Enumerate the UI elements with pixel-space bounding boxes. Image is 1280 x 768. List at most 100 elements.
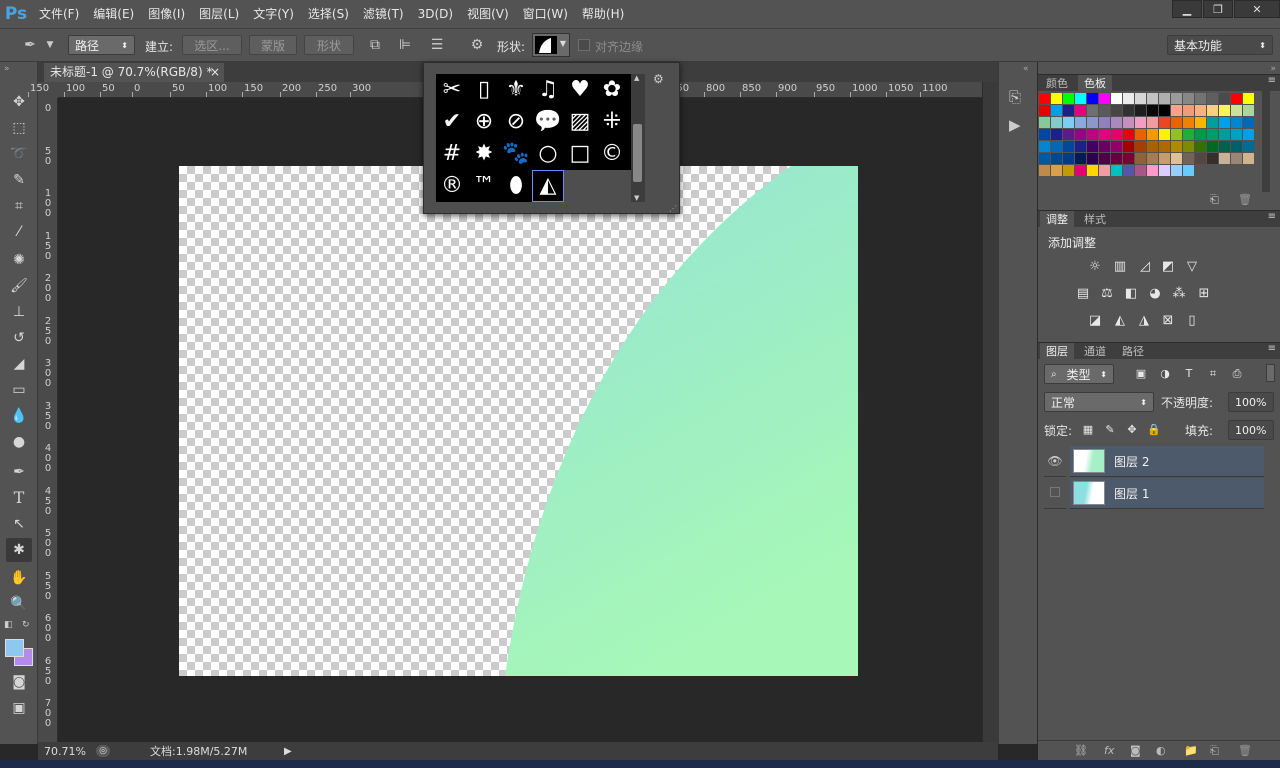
custom-shape-tool-icon[interactable]: ✱ [6,538,32,562]
close-tab-icon[interactable]: × [210,63,220,82]
tab-layers[interactable]: 图层 [1040,343,1074,360]
custom-arc-shape[interactable]: ◭ [532,170,564,202]
checkmark-shape[interactable]: ✔ [436,106,468,138]
diagonal-hatch-shape[interactable]: ▨ [564,106,596,138]
close-window-button[interactable]: ✕ [1234,0,1280,18]
speech-bubble-shape[interactable]: 💬 [532,106,564,138]
gradient-tool-icon[interactable]: ▭ [6,378,32,402]
grid-diamond-shape[interactable]: ⁜ [596,106,628,138]
pen-tool-preset-icon[interactable]: ✒ [18,35,42,55]
quick-selection-tool-icon[interactable]: ✎ [6,168,32,192]
threshold-icon[interactable]: ◮ [1135,312,1153,330]
channel-mixer-icon[interactable]: ⁂ [1170,285,1188,303]
photo-filter-icon[interactable]: ◕ [1146,285,1164,303]
menu-item[interactable]: 视图(V) [460,0,516,28]
gear-icon[interactable]: ⚙ [653,72,664,86]
filter-shape-icon[interactable]: ⌗ [1204,365,1222,383]
color-balance-icon[interactable]: ⚖ [1098,285,1116,303]
paw-shape[interactable]: 🐾 [500,138,532,170]
zoom-tool-icon[interactable]: 🔍 [6,592,32,616]
frame-shape[interactable]: ▯ [468,74,500,106]
levels-icon[interactable]: ▥ [1111,258,1129,276]
opacity-input[interactable]: 100% [1228,392,1274,412]
minimize-button[interactable]: ▁ [1172,0,1202,18]
square-frame-shape[interactable]: □ [564,138,596,170]
leaf-shape[interactable]: ⬮ [500,170,532,202]
fleur-de-lis-shape[interactable]: ⚜ [500,74,532,106]
collapse-arrows-icon[interactable]: « [1023,64,1029,74]
swap-colors-icon[interactable]: ↻ [22,620,30,630]
type-tool-icon[interactable]: T [6,486,32,510]
restore-button[interactable]: ❐ [1203,0,1233,18]
menu-item[interactable]: 帮助(H) [575,0,631,28]
eye-icon[interactable]: 👁 [1044,446,1066,477]
new-swatch-icon[interactable]: ⎗ [1210,193,1219,207]
eyedropper-tool-icon[interactable]: ⁄ [6,220,32,244]
layer-style-icon[interactable]: fx [1104,744,1114,757]
selective-color-icon[interactable]: ⊠ [1159,312,1177,330]
blend-mode-select[interactable]: 正常 ⬍ [1044,392,1154,412]
chevron-down-icon[interactable]: ▼ [44,35,56,55]
shape-picker-scrollbar[interactable]: ▲ ▼ [631,74,645,202]
circle-frame-shape[interactable]: ○ [532,138,564,170]
menu-item[interactable]: 图像(I) [141,0,192,28]
lock-all-icon[interactable]: 🔒 [1145,421,1163,439]
menu-item[interactable]: 文字(Y) [246,0,301,28]
crop-tool-icon[interactable]: ⌗ [6,194,32,218]
resize-grip-icon[interactable]: ⋰ [669,204,677,213]
collapse-arrows-icon[interactable]: » [4,64,10,74]
grid-shape[interactable]: # [436,138,468,170]
swatch-scrollbar[interactable] [1262,82,1270,192]
invert-icon[interactable]: ◪ [1086,312,1104,330]
add-mask-icon[interactable]: ◙ [1130,744,1141,757]
eraser-tool-icon[interactable]: ◢ [6,352,32,376]
tab-channels[interactable]: 通道 [1078,343,1112,360]
filter-toggle[interactable] [1266,364,1275,382]
marquee-tool-icon[interactable]: ⬚ [6,116,32,140]
collapse-arrows-icon[interactable]: » [1270,64,1276,74]
curves-icon[interactable]: ◿ [1136,258,1154,276]
trash-icon[interactable]: 🗑 [1238,744,1252,757]
trash-icon[interactable]: 🗑 [1238,193,1252,206]
tool-mode-select[interactable]: 路径 ⬍ [68,35,135,55]
visibility-toggle[interactable] [1044,478,1066,509]
quick-mask-icon[interactable]: ◙ [6,670,32,694]
layer-row[interactable]: 图层 2 [1070,446,1264,477]
lasso-tool-icon[interactable]: ➰ [6,142,32,166]
filter-type-icon[interactable]: T [1180,365,1198,383]
dodge-tool-icon[interactable]: ● [6,430,32,454]
scissors-shape[interactable]: ✂ [436,74,468,106]
document-tab[interactable]: 未标题-1 @ 70.7%(RGB/8) * × [44,63,224,82]
no-sign-shape[interactable]: ⊘ [500,106,532,138]
screen-mode-icon[interactable]: ▣ [6,696,32,720]
selection-button[interactable]: 选区... [182,35,242,55]
history-panel-icon[interactable]: ⎘ [1009,88,1021,106]
actions-panel-icon[interactable]: ▶ [1009,116,1021,134]
path-operations-icon[interactable]: ⧉ [364,35,386,55]
blob-shape[interactable]: ✿ [596,74,628,106]
tab-adjustments[interactable]: 调整 [1040,211,1074,228]
fill-input[interactable]: 100% [1228,420,1274,440]
copyright-shape[interactable]: © [596,138,628,170]
heart-shape[interactable]: ♥ [564,74,596,106]
menu-item[interactable]: 文件(F) [32,0,86,28]
link-layers-icon[interactable]: ⛓ [1074,744,1088,757]
scroll-up-icon[interactable]: ▲ [634,74,639,82]
document-canvas[interactable] [179,166,858,676]
new-group-icon[interactable]: 📁 [1184,744,1198,757]
panel-menu-icon[interactable]: ≡ [1268,211,1276,222]
scroll-thumb[interactable] [633,124,642,182]
menu-item[interactable]: 编辑(E) [86,0,141,28]
color-lookup-icon[interactable]: ⊞ [1195,285,1213,303]
registered-shape[interactable]: ® [436,170,468,202]
menu-item[interactable]: 图层(L) [192,0,246,28]
canvas-vertical-scrollbar[interactable] [982,82,998,742]
foreground-color-swatch[interactable] [5,639,24,657]
hue-saturation-icon[interactable]: ▤ [1074,285,1092,303]
music-note-shape[interactable]: ♫ [532,74,564,106]
zoom-level[interactable]: 70.71% [44,745,86,758]
shape-picker-button[interactable]: ▼ [532,33,570,57]
layer-row[interactable]: 图层 1 [1070,478,1264,509]
scroll-down-icon[interactable]: ▼ [634,194,639,202]
filter-pixel-icon[interactable]: ▣ [1132,365,1150,383]
